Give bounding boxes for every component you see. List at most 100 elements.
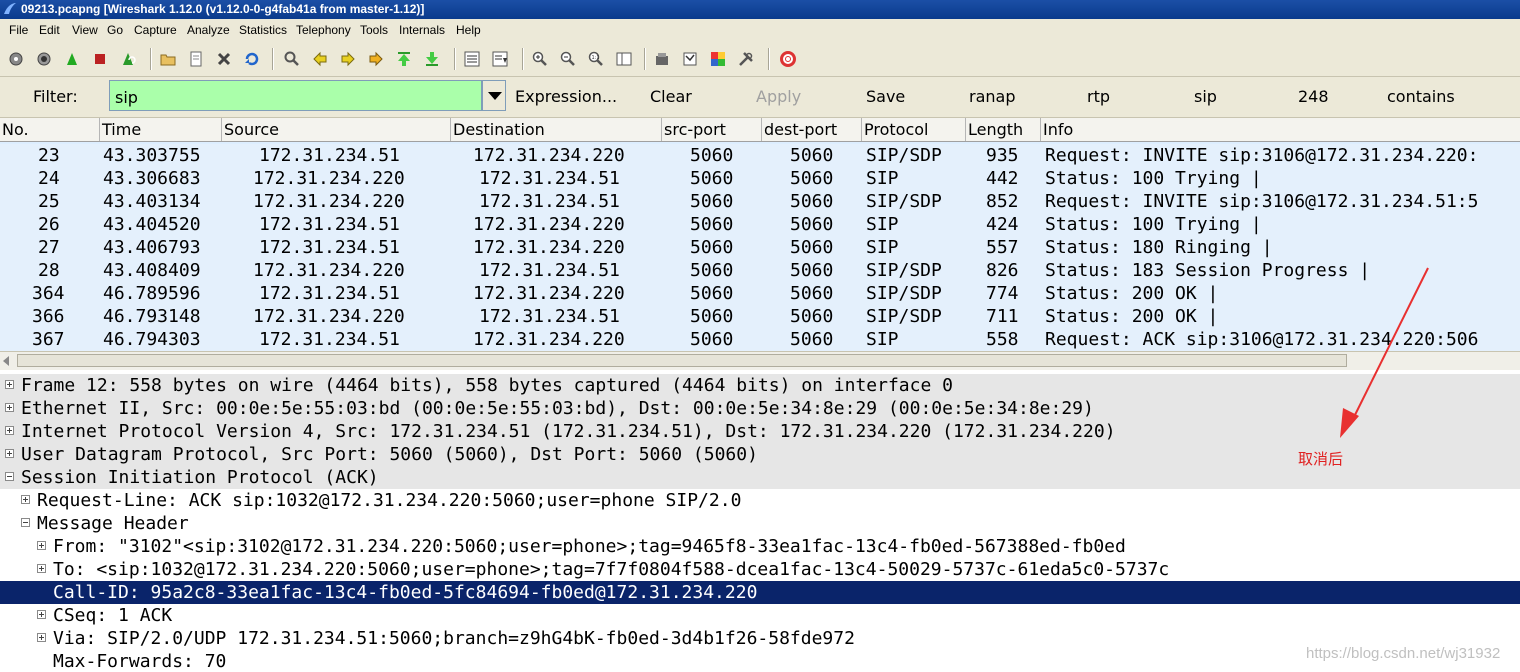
expand-plus-icon[interactable]: [5, 403, 14, 412]
auto-scroll-icon[interactable]: [492, 51, 508, 67]
tree-item-udp[interactable]: User Datagram Protocol, Src Port: 5060 (…: [0, 443, 1520, 466]
menu-go[interactable]: Go: [107, 19, 123, 42]
tree-item-cseq[interactable]: CSeq: 1 ACK: [0, 604, 1520, 627]
column-header-time[interactable]: Time: [102, 120, 141, 139]
tree-item-frame[interactable]: Frame 12: 558 bytes on wire (4464 bits),…: [0, 374, 1520, 397]
packet-row[interactable]: 364 46.789596 172.31.234.51 172.31.234.2…: [0, 282, 1520, 305]
packet-protocol: SIP: [866, 168, 899, 189]
collapse-minus-icon[interactable]: [21, 518, 30, 527]
column-header-src-port[interactable]: src-port: [664, 120, 726, 139]
capture-filters-icon[interactable]: [654, 51, 670, 67]
coloring-rules-icon[interactable]: [710, 51, 726, 67]
expand-plus-icon[interactable]: [37, 610, 46, 619]
packet-row[interactable]: 25 43.403134 172.31.234.220 172.31.234.5…: [0, 190, 1520, 213]
filter-history-dropdown[interactable]: [482, 80, 506, 111]
tree-item-label: Call-ID: 95a2c8-33ea1fac-13c4-fb0ed-5fc8…: [53, 582, 758, 603]
filter-toolbar: Filter: sip Expression... Clear Apply Sa…: [0, 77, 1520, 118]
scrollbar-thumb[interactable]: [17, 354, 1347, 367]
open-file-icon[interactable]: [160, 51, 176, 67]
tree-item-ethernet[interactable]: Ethernet II, Src: 00:0e:5e:55:03:bd (00:…: [0, 397, 1520, 420]
menu-statistics[interactable]: Statistics: [239, 19, 287, 42]
menu-help[interactable]: Help: [456, 19, 481, 42]
stop-capture-icon[interactable]: [92, 51, 108, 67]
menu-file[interactable]: File: [9, 19, 28, 42]
expand-plus-icon[interactable]: [21, 495, 30, 504]
toolbar-separator: [768, 48, 770, 70]
column-header-no[interactable]: No.: [2, 120, 29, 139]
go-forward-icon[interactable]: [340, 51, 356, 67]
help-icon[interactable]: [780, 51, 796, 67]
packet-row[interactable]: 28 43.408409 172.31.234.220 172.31.234.5…: [0, 259, 1520, 282]
options-icon[interactable]: [36, 51, 52, 67]
tree-item-message-header[interactable]: Message Header: [0, 512, 1520, 535]
column-header-protocol[interactable]: Protocol: [864, 120, 928, 139]
tree-item-sip[interactable]: Session Initiation Protocol (ACK): [0, 466, 1520, 489]
menu-tools[interactable]: Tools: [360, 19, 388, 42]
zoom-in-icon[interactable]: [532, 51, 548, 67]
expand-plus-icon[interactable]: [37, 564, 46, 573]
expand-plus-icon[interactable]: [37, 633, 46, 642]
tree-item-from[interactable]: From: "3102"<sip:3102@172.31.234.220:506…: [0, 535, 1520, 558]
column-header-info[interactable]: Info: [1043, 120, 1073, 139]
display-filter-input[interactable]: sip: [109, 80, 482, 111]
menu-capture[interactable]: Capture: [134, 19, 177, 42]
menu-analyze[interactable]: Analyze: [187, 19, 230, 42]
collapse-minus-icon[interactable]: [5, 472, 14, 481]
expand-plus-icon[interactable]: [5, 426, 14, 435]
tree-item-max-forwards[interactable]: Max-Forwards: 70: [0, 650, 1520, 672]
tree-item-via[interactable]: Via: SIP/2.0/UDP 172.31.234.51:5060;bran…: [0, 627, 1520, 650]
expand-plus-icon[interactable]: [5, 380, 14, 389]
expression-button[interactable]: Expression...: [515, 87, 617, 106]
colorize-list-icon[interactable]: [464, 51, 480, 67]
interfaces-icon[interactable]: [8, 51, 24, 67]
expand-plus-icon[interactable]: [5, 449, 14, 458]
menu-internals[interactable]: Internals: [399, 19, 445, 42]
packet-row[interactable]: 24 43.306683 172.31.234.220 172.31.234.5…: [0, 167, 1520, 190]
go-last-icon[interactable]: [424, 51, 440, 67]
packet-row[interactable]: 23 43.303755 172.31.234.51 172.31.234.22…: [0, 144, 1520, 167]
packet-src-port: 5060: [690, 191, 734, 212]
packet-row[interactable]: 366 46.793148 172.31.234.220 172.31.234.…: [0, 305, 1520, 328]
go-back-icon[interactable]: [312, 51, 328, 67]
normal-size-icon[interactable]: 1:1: [588, 51, 604, 67]
filter-button-sip[interactable]: sip: [1194, 87, 1217, 106]
reload-icon[interactable]: [244, 51, 260, 67]
packet-no: 364: [32, 283, 65, 304]
menu-telephony[interactable]: Telephony: [296, 19, 351, 42]
filter-button-rtp[interactable]: rtp: [1087, 87, 1110, 106]
zoom-out-icon[interactable]: [560, 51, 576, 67]
column-header-destination[interactable]: Destination: [453, 120, 545, 139]
tree-item-request-line[interactable]: Request-Line: ACK sip:1032@172.31.234.22…: [0, 489, 1520, 512]
tree-item-ipv4[interactable]: Internet Protocol Version 4, Src: 172.31…: [0, 420, 1520, 443]
column-header-length[interactable]: Length: [968, 120, 1023, 139]
expand-plus-icon[interactable]: [37, 541, 46, 550]
filter-button-ranap[interactable]: ranap: [969, 87, 1015, 106]
save-file-icon[interactable]: [188, 51, 204, 67]
packet-list-hscrollbar[interactable]: [0, 351, 1520, 370]
column-header-source[interactable]: Source: [224, 120, 279, 139]
tree-item-call-id[interactable]: Call-ID: 95a2c8-33ea1fac-13c4-fb0ed-5fc8…: [0, 581, 1520, 604]
packet-destination: 172.31.234.51: [479, 260, 620, 281]
clear-button[interactable]: Clear: [650, 87, 692, 106]
save-filter-button[interactable]: Save: [866, 87, 905, 106]
filter-button-contains[interactable]: contains: [1387, 87, 1455, 106]
start-capture-icon[interactable]: [64, 51, 80, 67]
go-to-packet-icon[interactable]: [368, 51, 384, 67]
resize-columns-icon[interactable]: [616, 51, 632, 67]
scroll-left-icon[interactable]: [3, 356, 9, 366]
packet-row[interactable]: 27 43.406793 172.31.234.51 172.31.234.22…: [0, 236, 1520, 259]
column-header-dest-port[interactable]: dest-port: [764, 120, 837, 139]
apply-button[interactable]: Apply: [756, 87, 801, 106]
menu-edit[interactable]: Edit: [39, 19, 60, 42]
packet-row[interactable]: 26 43.404520 172.31.234.51 172.31.234.22…: [0, 213, 1520, 236]
go-first-icon[interactable]: [396, 51, 412, 67]
filter-button-248[interactable]: 248: [1298, 87, 1329, 106]
menu-view[interactable]: View: [72, 19, 98, 42]
display-filters-icon[interactable]: [682, 51, 698, 67]
tree-item-to[interactable]: To: <sip:1032@172.31.234.220:5060;user=p…: [0, 558, 1520, 581]
find-packet-icon[interactable]: [284, 51, 300, 67]
close-file-icon[interactable]: [216, 51, 232, 67]
packet-row[interactable]: 367 46.794303 172.31.234.51 172.31.234.2…: [0, 328, 1520, 351]
restart-capture-icon[interactable]: [120, 51, 136, 67]
preferences-icon[interactable]: [738, 51, 754, 67]
